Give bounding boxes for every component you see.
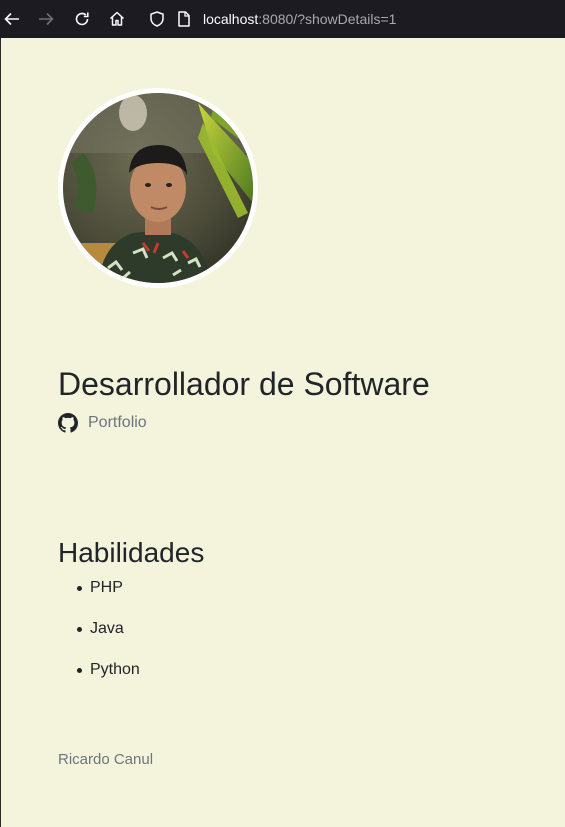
footer-author: Ricardo Canul (58, 751, 154, 768)
url-path: :8080/?showDetails=1 (258, 11, 397, 27)
forward-icon[interactable] (34, 7, 58, 31)
list-item: Java (58, 619, 140, 639)
page-icon (172, 7, 196, 31)
home-icon[interactable] (105, 7, 129, 31)
bullet-icon (77, 586, 82, 591)
github-icon[interactable] (58, 413, 78, 433)
skills-list: PHP Java Python (58, 578, 140, 701)
page-title: Desarrollador de Software (58, 366, 430, 402)
portfolio-link[interactable]: Portfolio (88, 414, 147, 432)
back-icon[interactable] (0, 7, 24, 31)
skill-label: PHP (90, 579, 123, 596)
skill-label: Java (90, 620, 124, 637)
browser-toolbar: localhost:8080/?showDetails=1 (0, 0, 565, 38)
url-host: localhost (203, 11, 259, 27)
address-bar[interactable]: localhost:8080/?showDetails=1 (203, 10, 396, 28)
list-item: Python (58, 660, 140, 680)
avatar-photo (63, 93, 253, 283)
bullet-icon (77, 668, 82, 673)
skills-heading: Habilidades (58, 537, 205, 568)
list-item: PHP (58, 578, 140, 598)
page-content: Desarrollador de Software Portfolio Habi… (0, 38, 565, 827)
shield-icon[interactable] (145, 7, 169, 31)
reload-icon[interactable] (70, 7, 94, 31)
avatar (58, 88, 258, 288)
portfolio-row: Portfolio (58, 412, 147, 434)
bullet-icon (77, 627, 82, 632)
skill-label: Python (90, 661, 140, 678)
